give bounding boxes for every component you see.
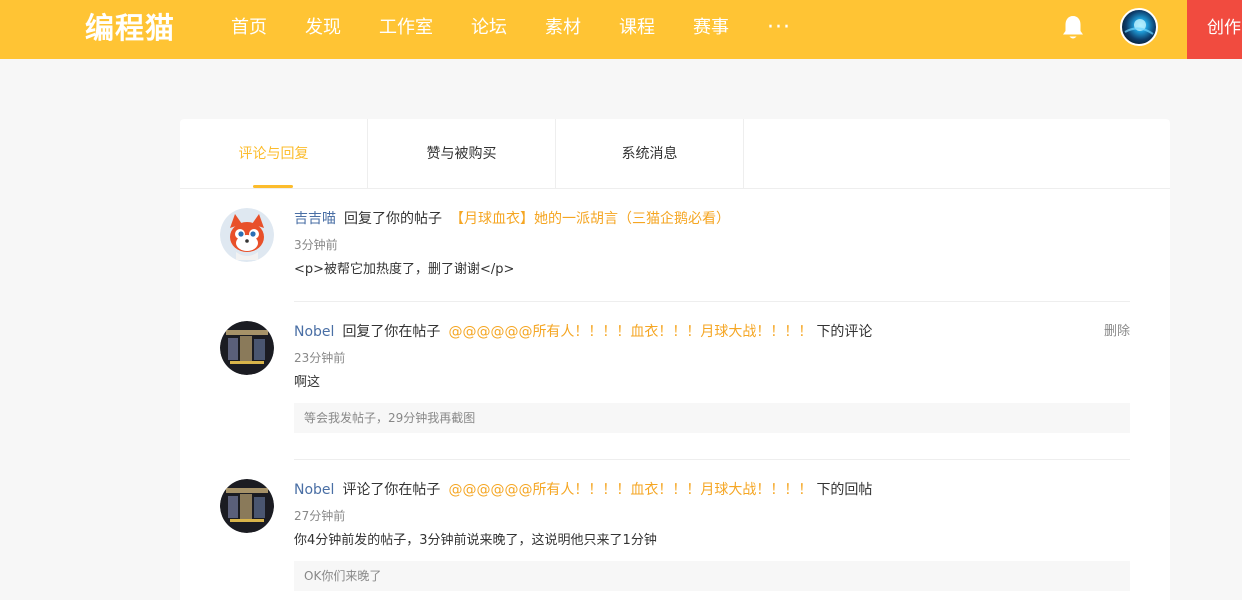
post-title-link[interactable]: @@@@@@所有人！！！！血衣！！！月球大战！！！！ xyxy=(448,324,812,340)
message-text: 啊这 xyxy=(294,375,321,390)
avatar[interactable] xyxy=(220,321,274,375)
main-nav: 首页 发现 工作室 论坛 素材 课程 赛事 ··· xyxy=(212,0,810,59)
nav-home[interactable]: 首页 xyxy=(212,0,286,59)
timestamp: 27分钟前 xyxy=(294,509,346,523)
tab-system-messages[interactable]: 系统消息 xyxy=(556,119,744,188)
post-title-link[interactable]: 【月球血衣】她的一派胡言（三猫企鹅必看） xyxy=(450,211,730,227)
divider xyxy=(294,301,1130,302)
avatar[interactable] xyxy=(220,208,274,262)
site-logo[interactable]: 编程猫 xyxy=(85,10,175,46)
nav-discover[interactable]: 发现 xyxy=(286,0,360,59)
quoted-reply: 等会我发帖子，29分钟我再截图 xyxy=(294,403,1130,433)
tab-likes-purchases[interactable]: 赞与被购买 xyxy=(368,119,556,188)
message-text: 你4分钟前发的帖子，3分钟前说来晚了，这说明他只来了1分钟 xyxy=(294,533,657,548)
nav-courses[interactable]: 课程 xyxy=(600,0,674,59)
bell-icon[interactable] xyxy=(1061,14,1085,42)
action-text: 回复了你的帖子 xyxy=(344,211,442,227)
tab-comments-replies[interactable]: 评论与回复 xyxy=(180,119,368,188)
username-link[interactable]: Nobel xyxy=(294,482,334,498)
avatar[interactable] xyxy=(220,479,274,533)
timestamp: 23分钟前 xyxy=(294,351,346,365)
action-text: 评论了你在帖子 xyxy=(342,482,441,498)
divider xyxy=(294,459,1130,460)
message-tabs: 评论与回复 赞与被购买 系统消息 xyxy=(180,119,1170,189)
user-avatar[interactable] xyxy=(1120,8,1158,46)
message-panel: 评论与回复 赞与被购买 系统消息 吉吉喵 回复了你的帖子 【月球血衣】她的一派胡言 xyxy=(180,119,1170,600)
top-navbar: 编程猫 首页 发现 工作室 论坛 素材 课程 赛事 ··· 创作 xyxy=(0,0,1242,59)
post-title-link[interactable]: @@@@@@所有人！！！！血衣！！！月球大战！！！！ xyxy=(448,482,812,498)
nav-forum[interactable]: 论坛 xyxy=(452,0,526,59)
more-icon[interactable]: ··· xyxy=(748,0,810,59)
suffix-text: 下的评论 xyxy=(816,324,873,340)
timestamp: 3分钟前 xyxy=(294,238,338,252)
action-text: 回复了你在帖子 xyxy=(342,324,441,340)
username-link[interactable]: 吉吉喵 xyxy=(294,211,336,227)
message-text: <p>被帮它加热度了，删了谢谢</p> xyxy=(294,262,515,277)
nav-events[interactable]: 赛事 xyxy=(674,0,748,59)
create-button[interactable]: 创作 xyxy=(1187,0,1242,59)
nav-studio[interactable]: 工作室 xyxy=(360,0,452,59)
username-link[interactable]: Nobel xyxy=(294,324,334,340)
quoted-reply: OK你们来晚了 xyxy=(294,561,1130,591)
suffix-text: 下的回帖 xyxy=(816,482,873,498)
nav-materials[interactable]: 素材 xyxy=(526,0,600,59)
delete-button[interactable]: 删除 xyxy=(1104,321,1130,343)
